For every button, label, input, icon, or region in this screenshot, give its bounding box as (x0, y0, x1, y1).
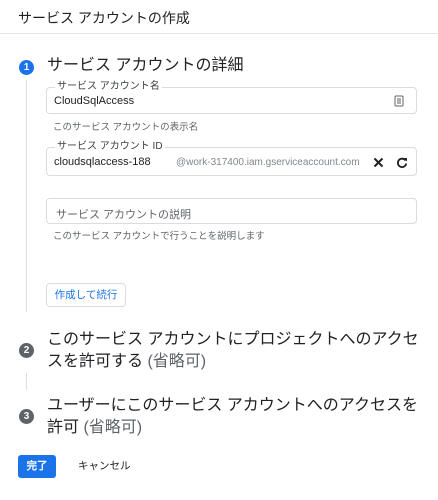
page-header: サービス アカウントの作成 (0, 0, 438, 34)
service-account-id-domain: @work-317400.iam.gserviceaccount.com (176, 157, 360, 168)
step-1-connector (26, 80, 27, 312)
service-account-id-label: サービス アカウント ID (55, 141, 165, 153)
step-2-title-line2: スを許可する (47, 353, 144, 370)
service-account-description-hint: このサービス アカウントで行うことを説明します (53, 231, 265, 242)
step-3-number: 3 (19, 409, 34, 424)
service-account-description-placeholder: サービス アカウントの説明 (56, 209, 192, 221)
step-2-number: 2 (19, 343, 34, 358)
close-icon[interactable] (372, 156, 385, 169)
service-account-name-label: サービス アカウント名 (55, 81, 162, 93)
step-1-title[interactable]: サービス アカウントの詳細 (47, 55, 243, 77)
cancel-button[interactable]: キャンセル (78, 455, 131, 477)
service-account-name-field[interactable]: サービス アカウント名 CloudSqlAccess (46, 81, 417, 114)
step-3-title[interactable]: ユーザーにこのサービス アカウントへのアクセスを 許可 (省略可) (47, 395, 418, 439)
service-account-description-field[interactable]: サービス アカウントの説明 (46, 198, 417, 224)
service-account-id-value[interactable]: cloudsqlaccess-188 (54, 156, 151, 168)
step-3-title-line1: ユーザーにこのサービス アカウントへのアクセスを (47, 397, 419, 414)
service-account-id-field[interactable]: サービス アカウント ID cloudsqlaccess-188 @work-3… (46, 141, 417, 176)
step-3-optional: (省略可) (83, 419, 143, 436)
done-button[interactable]: 完了 (18, 455, 56, 478)
service-account-name-value[interactable]: CloudSqlAccess (54, 95, 134, 107)
page-title: サービス アカウントの作成 (18, 10, 190, 26)
step-2-title-line1: このサービス アカウントにプロジェクトへのアクセ (47, 331, 419, 348)
step-3-title-line2: 許可 (47, 419, 80, 436)
step-2-optional: (省略可) (147, 353, 207, 370)
step-3-title-line2-wrap: 許可 (省略可) (47, 417, 418, 439)
step-2-connector (26, 373, 27, 390)
create-and-continue-button[interactable]: 作成して続行 (46, 283, 126, 307)
refresh-icon[interactable] (395, 156, 408, 169)
service-account-name-hint: このサービス アカウントの表示名 (53, 122, 199, 133)
step-2-title-line2-wrap: スを許可する (省略可) (47, 351, 419, 373)
step-1-number: 1 (19, 60, 34, 75)
step-2-title[interactable]: このサービス アカウントにプロジェクトへのアクセ スを許可する (省略可) (47, 329, 419, 373)
id-card-icon (393, 95, 405, 107)
